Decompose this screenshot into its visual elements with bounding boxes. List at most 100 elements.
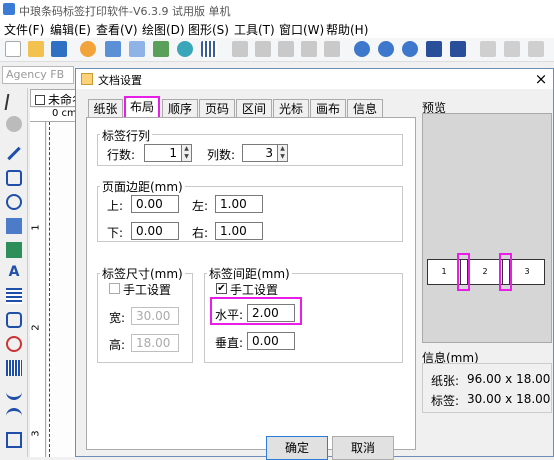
tab-cursor[interactable]: 光标 [273, 99, 309, 118]
cols-label: 列数: [207, 148, 236, 162]
text-tool-icon[interactable]: A [6, 264, 22, 280]
pan-tool-icon[interactable] [6, 116, 22, 132]
menu-window[interactable]: 窗口(W) [279, 21, 324, 38]
cols-input[interactable]: 3 [242, 144, 278, 162]
zoom-page-icon[interactable] [426, 41, 442, 57]
picture-tool-icon[interactable] [6, 242, 22, 258]
preview-label-2: 2 [467, 259, 503, 285]
margin-bottom-input[interactable]: 0.00 [131, 222, 179, 240]
tab-order[interactable]: 顺序 [162, 99, 198, 118]
select-pointer-icon[interactable] [4, 94, 24, 110]
menu-view[interactable]: 查看(V) [96, 21, 138, 38]
print-preview-icon[interactable] [129, 41, 145, 57]
label-size-manual-label: 手工设置 [123, 283, 172, 297]
menu-draw[interactable]: 绘图(D) [142, 21, 185, 38]
database-icon[interactable] [177, 41, 193, 57]
label-height-label: 高: [109, 338, 126, 352]
preview-pane: 1 2 3 [422, 113, 552, 343]
rounded-rect-tool-icon[interactable] [6, 312, 22, 328]
margin-right-label: 右: [192, 226, 209, 240]
open-icon[interactable] [28, 41, 44, 57]
cancel-button[interactable]: 取消 [332, 436, 394, 460]
preview-gap-highlight [457, 253, 470, 291]
polygon-tool-icon[interactable] [6, 432, 22, 448]
align-left-icon[interactable] [480, 41, 496, 57]
arc-tool-icon[interactable] [6, 408, 22, 424]
align-right-icon[interactable] [528, 41, 544, 57]
paper-size-label: 纸张: [431, 374, 460, 388]
rows-spinner[interactable]: ▲ ▼ [182, 144, 192, 162]
page-margins-legend: 页面边距(mm) [100, 178, 185, 195]
label-gap-legend: 标签间距(mm) [207, 265, 292, 282]
cols-spinner[interactable]: ▲ ▼ [278, 144, 288, 162]
close-icon[interactable]: × [531, 69, 551, 89]
dialog-title-bar: 文档设置 × [76, 69, 553, 89]
line-tool-icon[interactable] [7, 146, 21, 161]
data-source-icon[interactable] [153, 41, 169, 57]
menu-file[interactable]: 文件(F) [4, 21, 44, 38]
label-rows-legend: 标签行列 [100, 127, 153, 144]
margin-left-input[interactable]: 1.00 [215, 195, 263, 213]
zoom-fit-icon[interactable] [378, 41, 394, 57]
ruler-v-mark: 3 [30, 430, 42, 437]
zoom-actual-icon[interactable] [450, 41, 466, 57]
ruler-v-mark: 1 [30, 224, 42, 231]
barcode-tool-icon[interactable] [6, 360, 22, 376]
margin-top-input[interactable]: 0.00 [131, 195, 179, 213]
margin-left-label: 左: [192, 199, 209, 213]
tab-paper[interactable]: 纸张 [88, 99, 123, 118]
document-settings-icon[interactable] [80, 41, 96, 57]
info-group: 纸张: 96.00 x 18.00 标签: 30.00 x 18.00 [422, 363, 552, 413]
save-icon[interactable] [51, 41, 67, 57]
print-icon[interactable] [105, 41, 121, 57]
rows-input[interactable]: 1 [144, 144, 182, 162]
shape-tool-icon[interactable] [6, 336, 22, 352]
image-tool-icon[interactable] [6, 218, 22, 234]
label-width-input[interactable]: 30.00 [131, 307, 179, 325]
zoom-out-icon[interactable] [402, 41, 418, 57]
tab-canvas[interactable]: 画布 [310, 99, 346, 118]
tab-layout[interactable]: 布局 [124, 96, 160, 119]
grid-icon[interactable] [201, 41, 217, 57]
label-width-label: 宽: [109, 311, 126, 325]
label-gap-manual-checkbox[interactable]: ✔ [216, 283, 227, 294]
ok-button[interactable]: 确定 [266, 436, 328, 460]
tab-page-number[interactable]: 页码 [199, 99, 235, 118]
left-tool-strip: A [0, 88, 28, 457]
ellipse-tool-icon[interactable] [6, 194, 22, 210]
menu-tools[interactable]: 工具(T) [234, 21, 275, 38]
cut-icon[interactable] [232, 41, 248, 57]
tab-info[interactable]: 信息 [347, 99, 383, 118]
label-size-legend: 标签尺寸(mm) [100, 265, 185, 282]
label-size-manual-checkbox[interactable] [109, 283, 120, 294]
paragraph-tool-icon[interactable] [6, 288, 22, 304]
paste-icon[interactable] [278, 41, 294, 57]
rows-label: 行数: [107, 148, 136, 162]
copy-icon[interactable] [255, 41, 271, 57]
dialog-icon [81, 73, 93, 85]
paper-size-value: 96.00 x 18.00 [467, 372, 551, 386]
rectangle-tool-icon[interactable] [6, 170, 22, 186]
label-height-input[interactable]: 18.00 [131, 334, 179, 352]
margin-right-input[interactable]: 1.00 [215, 222, 263, 240]
vertical-ruler: 1 2 3 [30, 122, 46, 457]
redo-icon[interactable] [324, 41, 340, 57]
zoom-in-icon[interactable] [354, 41, 370, 57]
horizontal-gap-input[interactable]: 2.00 [247, 304, 295, 322]
align-center-icon[interactable] [504, 41, 520, 57]
font-family-select[interactable]: Agency FB [2, 66, 74, 84]
label-size-info-value: 30.00 x 18.00 [467, 392, 551, 406]
curve-tool-icon[interactable] [6, 384, 22, 400]
new-icon[interactable] [5, 41, 21, 57]
document-tab[interactable]: 未命名 [30, 89, 84, 107]
document-settings-dialog: 文档设置 × 纸张 布局 顺序 页码 区间 光标 画布 信息 标签行列 行数: … [75, 68, 554, 460]
undo-icon[interactable] [301, 41, 317, 57]
menu-edit[interactable]: 编辑(E) [50, 21, 91, 38]
vertical-gap-input[interactable]: 0.00 [247, 332, 295, 350]
margin-top-label: 上: [107, 199, 124, 213]
label-canvas[interactable] [47, 122, 75, 457]
menu-help[interactable]: 帮助(H) [326, 21, 368, 38]
label-gap-manual-label: 手工设置 [230, 283, 279, 297]
tab-range[interactable]: 区间 [236, 99, 272, 118]
menu-shape[interactable]: 图形(S) [188, 21, 229, 38]
